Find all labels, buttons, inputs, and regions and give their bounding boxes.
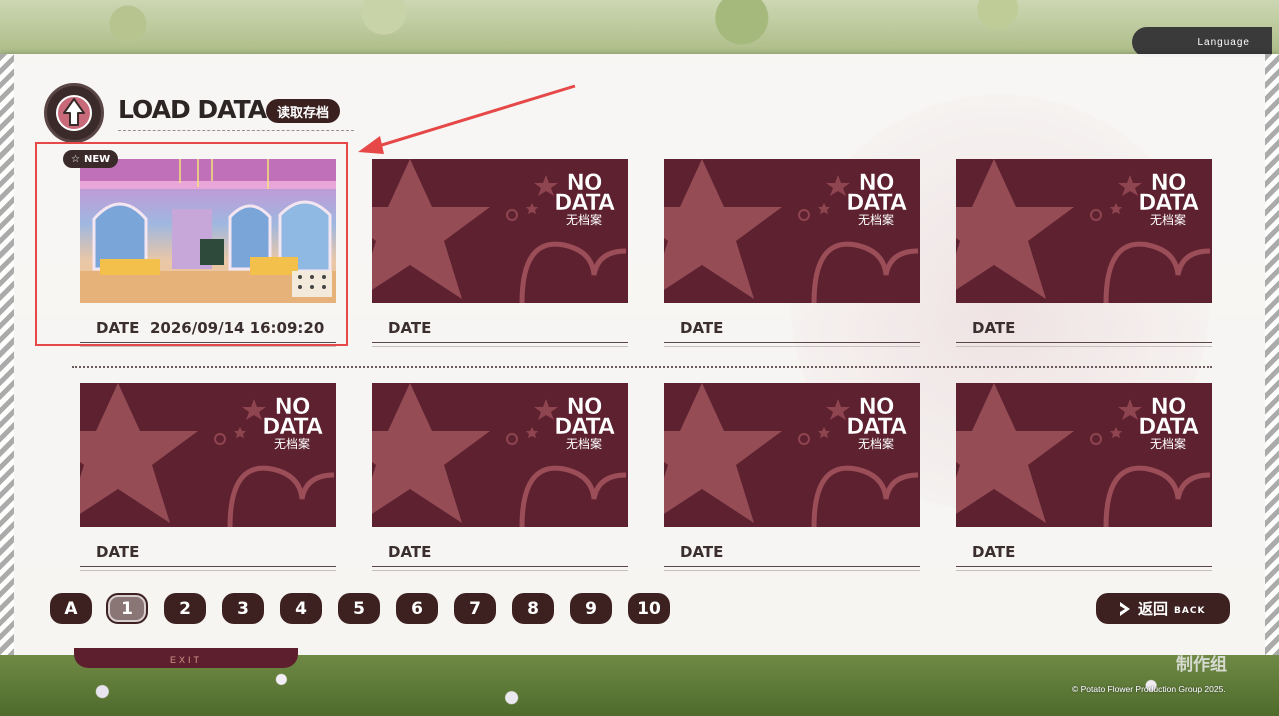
language-label: Language [1197,36,1250,48]
save-slot-6[interactable]: NO DATA 无档案 DATE [372,383,628,571]
page-subtitle: 读取存档 [266,99,341,123]
date-label: DATE [972,543,1016,561]
no-data-label: NO DATA 无档案 [1138,395,1200,451]
date-label: DATE [680,319,724,337]
slot-date-row: DATE [664,309,920,347]
selected-slot-highlight [35,142,348,346]
date-label: DATE [680,543,724,561]
no-data-label: NO DATA 无档案 [554,395,616,451]
no-data-label: NO DATA 无档案 [846,171,908,227]
page-button-7[interactable]: 7 [454,593,496,624]
page-title: LOAD DATA [118,95,267,124]
save-slot-7[interactable]: NO DATA 无档案 DATE [664,383,920,571]
empty-slot-thumbnail: NO DATA 无档案 [956,159,1212,303]
date-label: DATE [972,319,1016,337]
no-data-label: NO DATA 无档案 [846,395,908,451]
copyright-text: © Potato Flower Production Group 2025. [1072,684,1226,694]
empty-slot-thumbnail: NO DATA 无档案 [372,383,628,527]
page-button-5[interactable]: 5 [338,593,380,624]
page-button-6[interactable]: 6 [396,593,438,624]
page-button-9[interactable]: 9 [570,593,612,624]
back-button[interactable]: 返回 BACK [1096,593,1230,624]
empty-slot-thumbnail: NO DATA 无档案 [664,159,920,303]
page-button-1[interactable]: 1 [106,593,148,624]
no-data-label: NO DATA 无档案 [1138,171,1200,227]
date-label: DATE [388,543,432,561]
chevron-right-icon [1120,601,1130,616]
empty-slot-thumbnail: NO DATA 无档案 [956,383,1212,527]
load-header: LOAD DATA 读取存档 [44,83,364,143]
header-divider [118,130,354,131]
save-slot-2[interactable]: NO DATA 无档案 DATE [372,159,628,347]
background-top [0,0,1279,60]
empty-slot-thumbnail: NO DATA 无档案 [372,159,628,303]
page-button-4[interactable]: 4 [280,593,322,624]
language-button[interactable]: Language [1132,27,1272,57]
slot-date-row: DATE [956,533,1212,571]
back-label-en: BACK [1174,605,1206,616]
no-data-label: NO DATA 无档案 [554,171,616,227]
annotation-arrow [358,84,576,154]
date-label: DATE [96,543,140,561]
empty-slot-thumbnail: NO DATA 无档案 [80,383,336,527]
save-slot-8[interactable]: NO DATA 无档案 DATE [956,383,1212,571]
date-label: DATE [388,319,432,337]
load-icon [44,83,104,143]
empty-slot-thumbnail: NO DATA 无档案 [664,383,920,527]
slot-date-row: DATE [80,533,336,571]
no-data-label: NO DATA 无档案 [262,395,324,451]
slot-date-row: DATE [956,309,1212,347]
page-button-10[interactable]: 10 [628,593,670,624]
save-slot-4[interactable]: NO DATA 无档案 DATE [956,159,1212,347]
exit-button[interactable]: EXIT [74,648,298,668]
exit-label: EXIT [169,655,202,665]
slot-date-row: DATE [372,309,628,347]
page-button-2[interactable]: 2 [164,593,206,624]
page-button-8[interactable]: 8 [512,593,554,624]
slot-date-row: DATE [664,533,920,571]
save-slot-5[interactable]: NO DATA 无档案 DATE [80,383,336,571]
back-label-cn: 返回 [1138,600,1169,618]
row-divider [72,366,1212,368]
page-button-auto[interactable]: A [50,593,92,624]
studio-logo: 制作组 [1176,655,1227,675]
page-button-3[interactable]: 3 [222,593,264,624]
slot-date-row: DATE [372,533,628,571]
save-slot-3[interactable]: NO DATA 无档案 DATE [664,159,920,347]
